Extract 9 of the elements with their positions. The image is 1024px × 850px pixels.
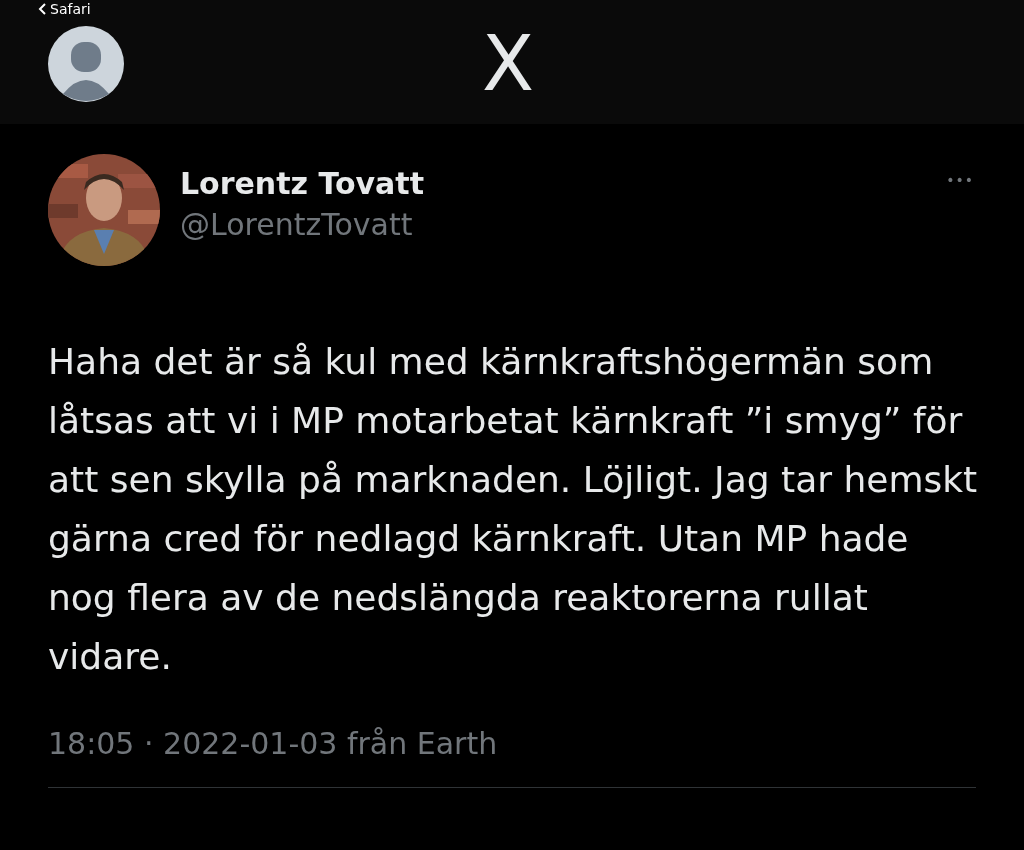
author-handle[interactable]: @LorentzTovatt [180,207,425,242]
profile-avatar-icon[interactable] [48,26,124,102]
caret-icon [38,3,46,15]
x-logo: X [482,24,535,104]
tweet-text: Haha det är så kul med kärnkraftshögermän som låtsas att vi i MP motarbetat kärnkraft ”i smyg” för att sen skylla på marknaden. Löjligt. Jag tar hemskt gärna cred för nedlagd kärnkraft. Utan MP hade nog flera av de nedslängda reaktorerna rullat vidare. [48,340,978,679]
more-button[interactable]: ••• [946,172,974,188]
author-name[interactable]: Lorentz Tovatt [180,166,425,201]
tweet-timestamp: 18:05 · 2022-01-03 från Earth [48,726,499,761]
back-link[interactable]: Safari [38,1,91,17]
